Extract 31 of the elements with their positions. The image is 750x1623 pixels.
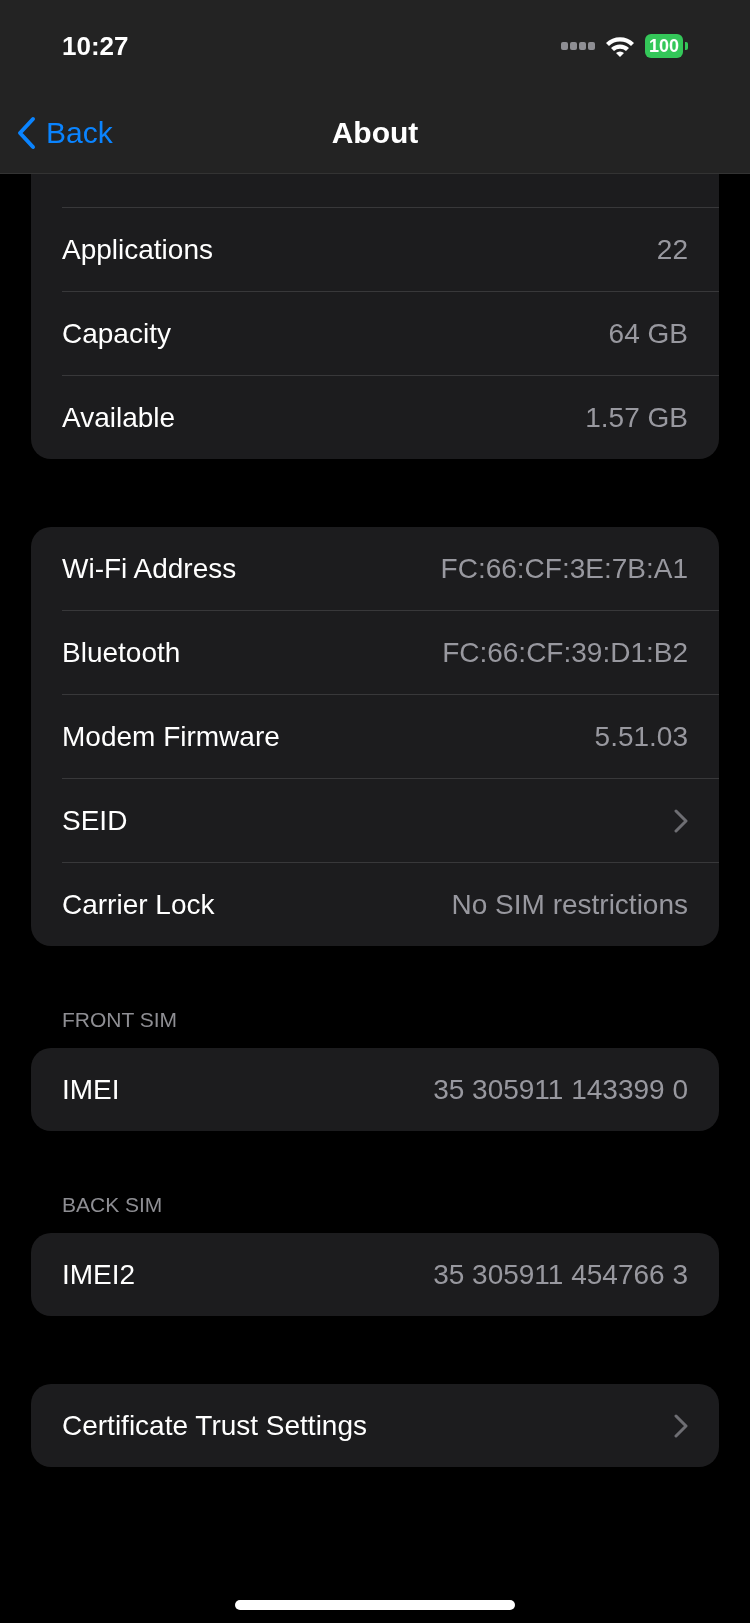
row-label: Applications [62,233,213,266]
row-value: FC:66:CF:3E:7B:A1 [440,552,688,585]
row-label: Modem Firmware [62,720,280,753]
row-label: Carrier Lock [62,888,215,921]
row-value: 35 305911 454766 3 [433,1258,688,1291]
row-value: 35 305911 143399 0 [433,1073,688,1106]
row-label: Wi-Fi Address [62,552,237,585]
back-button[interactable]: Back [16,115,113,150]
row-label: IMEI [62,1073,120,1106]
row-value: FC:66:CF:39:D1:B2 [442,636,688,669]
row-value: 64 GB [608,317,688,350]
back-chevron-icon [16,115,36,150]
row-label: IMEI2 [62,1258,136,1291]
row-value: 1.57 GB [585,401,688,434]
status-time: 10:27 [62,30,129,62]
chevron-icon [674,808,688,833]
section-header: BACK SIM [61,1193,164,1218]
signal-icon [560,42,595,50]
row-value: No SIM restrictions [451,888,688,921]
chevron-icon [674,1413,688,1438]
screen-title: About [331,115,419,150]
battery-level: 100 [644,34,683,58]
row-label[interactable]: Certificate Trust Settings [62,1409,367,1442]
row-label[interactable]: SEID [62,804,128,837]
row-label: Bluetooth [62,636,181,669]
row-value: 22 [656,233,688,266]
wifi-icon [604,35,635,57]
row-label: Available [62,401,176,434]
row-value: 5.51.03 [594,720,688,753]
section-header: FRONT SIM [61,1008,179,1033]
row-label: Capacity [62,317,171,350]
